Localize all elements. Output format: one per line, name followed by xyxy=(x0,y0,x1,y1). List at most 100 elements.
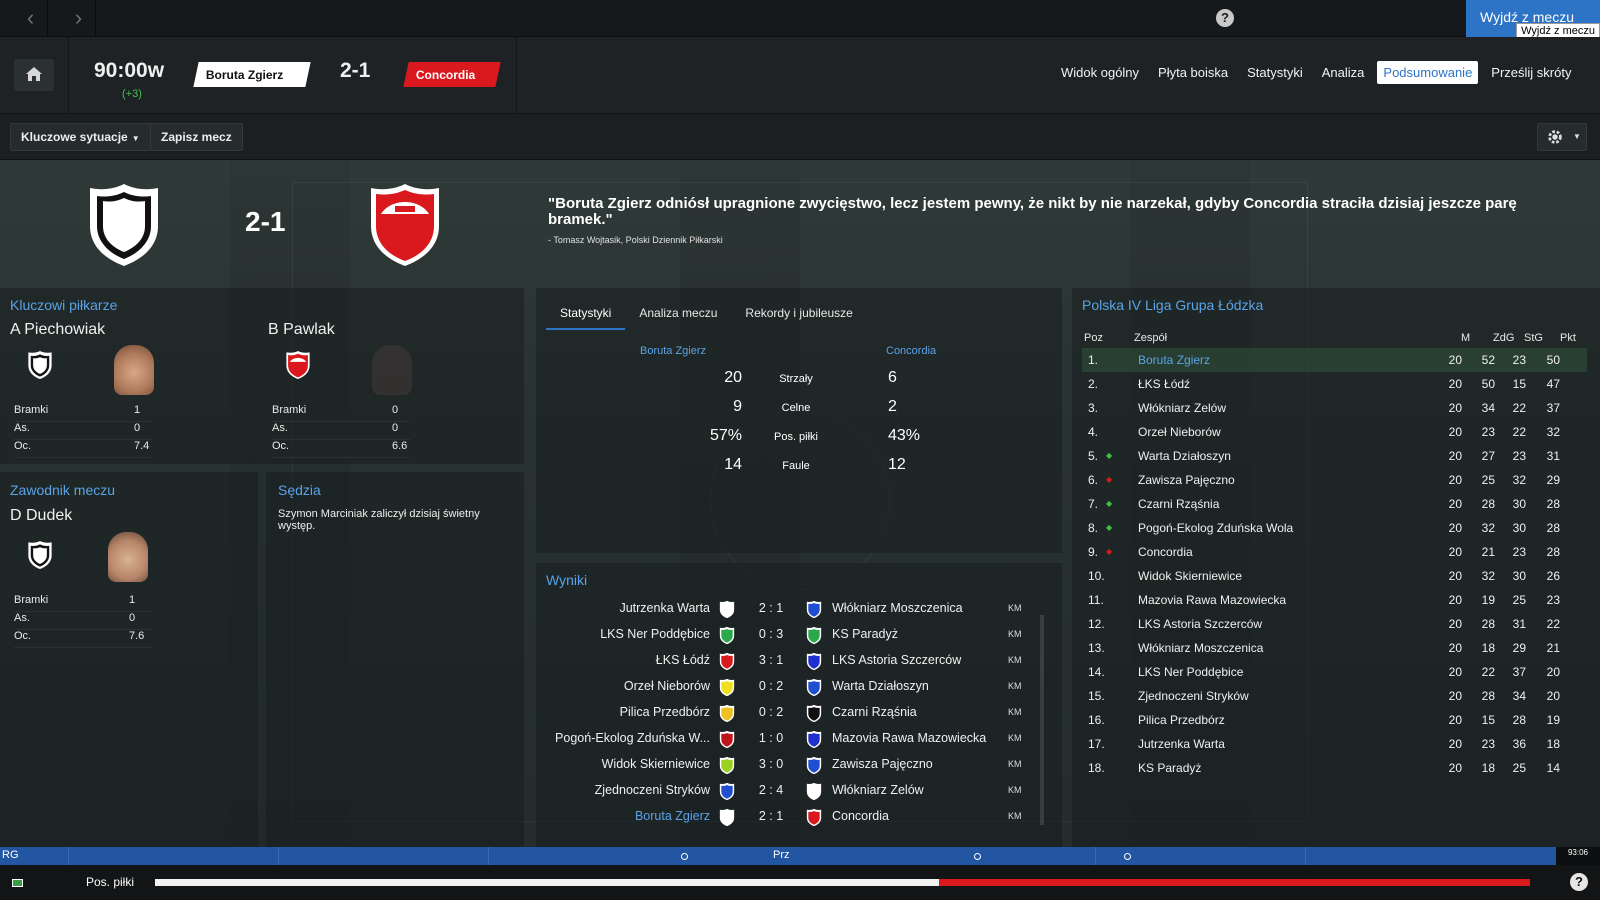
stats-tab[interactable]: Rekordy i jubileusze xyxy=(731,302,866,330)
help-icon[interactable]: ? xyxy=(1570,873,1588,891)
league-team[interactable]: Włókniarz Zelów xyxy=(1138,401,1226,415)
back-arrow-icon[interactable]: ‹ xyxy=(14,0,48,37)
stats-tab[interactable]: Statystyki xyxy=(546,302,626,330)
result-home-team[interactable]: Pogoń-Ekolog Zduńska W... xyxy=(555,731,710,745)
league-team[interactable]: Concordia xyxy=(1138,545,1193,559)
result-row[interactable]: Pilica Przedbórz 0 : 2 Czarni Rząśnia KM xyxy=(546,702,1046,728)
league-team[interactable]: ŁKS Łódź xyxy=(1138,377,1190,391)
league-row[interactable]: 13. Włókniarz Moszczenica 20 18 29 21 xyxy=(1082,636,1587,660)
league-row[interactable]: 4. Orzeł Nieborów 20 23 22 32 xyxy=(1082,420,1587,444)
league-row[interactable]: 7. ◆ Czarni Rząśnia 20 28 30 28 xyxy=(1082,492,1587,516)
result-away-team[interactable]: Zawisza Pajęczno xyxy=(832,757,933,771)
man-of-match-name[interactable]: D Dudek xyxy=(10,507,72,525)
tab-widok-ogólny[interactable]: Widok ogólny xyxy=(1055,61,1145,84)
away-key-player-name[interactable]: B Pawlak xyxy=(268,321,335,339)
league-row[interactable]: 9. ◆ Concordia 20 21 23 28 xyxy=(1082,540,1587,564)
tab-prześlij-skróty[interactable]: Prześlij skróty xyxy=(1485,61,1577,84)
goal-marker-icon[interactable] xyxy=(974,853,981,860)
result-home-team[interactable]: Orzeł Nieborów xyxy=(624,679,710,693)
result-row[interactable]: ŁKS Łódź 3 : 1 LKS Astoria Szczerców KM xyxy=(546,650,1046,676)
result-row[interactable]: Orzeł Nieborów 0 : 2 Warta Działoszyn KM xyxy=(546,676,1046,702)
league-team[interactable]: Pogoń-Ekolog Zduńska Wola xyxy=(1138,521,1293,535)
key-moments-dropdown[interactable]: Kluczowe sytuacje ▼ xyxy=(10,123,151,151)
league-team[interactable]: Jutrzenka Warta xyxy=(1138,737,1225,751)
league-row[interactable]: 3. Włókniarz Zelów 20 34 22 37 xyxy=(1082,396,1587,420)
league-team[interactable]: Warta Działoszyn xyxy=(1138,449,1231,463)
league-points: 28 xyxy=(1546,497,1560,511)
league-row[interactable]: 17. Jutrzenka Warta 20 23 36 18 xyxy=(1082,732,1587,756)
league-team[interactable]: Mazovia Rawa Mazowiecka xyxy=(1138,593,1286,607)
league-row[interactable]: 8. ◆ Pogoń-Ekolog Zduńska Wola 20 32 30 28 xyxy=(1082,516,1587,540)
settings-dropdown[interactable]: ▼ xyxy=(1537,123,1587,151)
tab-podsumowanie[interactable]: Podsumowanie xyxy=(1377,61,1479,84)
home-team-pill[interactable]: Boruta Zgierz xyxy=(193,62,311,87)
league-points: 28 xyxy=(1546,545,1560,559)
result-away-team[interactable]: Concordia xyxy=(832,809,889,823)
goal-marker-icon[interactable] xyxy=(681,853,688,860)
result-away-team[interactable]: Włókniarz Moszczenica xyxy=(832,601,963,615)
result-home-team[interactable]: Widok Skierniewice xyxy=(602,757,710,771)
result-away-team[interactable]: LKS Astoria Szczerców xyxy=(832,653,961,667)
tab-statystyki[interactable]: Statystyki xyxy=(1241,61,1309,84)
result-home-team[interactable]: Zjednoczeni Stryków xyxy=(595,783,710,797)
league-row[interactable]: 16. Pilica Przedbórz 20 15 28 19 xyxy=(1082,708,1587,732)
league-row[interactable]: 2. ŁKS Łódź 20 50 15 47 xyxy=(1082,372,1587,396)
tab-analiza[interactable]: Analiza xyxy=(1316,61,1371,84)
result-away-team[interactable]: Włókniarz Zelów xyxy=(832,783,924,797)
goals-value: 0 xyxy=(392,404,399,416)
league-team[interactable]: Widok Skierniewice xyxy=(1138,569,1242,583)
home-button[interactable] xyxy=(14,59,54,91)
league-row[interactable]: 11. Mazovia Rawa Mazowiecka 20 19 25 23 xyxy=(1082,588,1587,612)
league-row[interactable]: 14. LKS Ner Poddębice 20 22 37 20 xyxy=(1082,660,1587,684)
goal-marker-icon[interactable] xyxy=(1124,853,1131,860)
result-away-team[interactable]: KS Paradyż xyxy=(832,627,898,641)
league-row[interactable]: 1. Boruta Zgierz 20 52 23 50 xyxy=(1082,348,1587,372)
result-row[interactable]: LKS Ner Poddębice 0 : 3 KS Paradyż KM xyxy=(546,624,1046,650)
result-row[interactable]: Widok Skierniewice 3 : 0 Zawisza Pajęczno K… xyxy=(546,754,1046,780)
stats-away-team[interactable]: Concordia xyxy=(886,345,936,357)
league-team[interactable]: LKS Astoria Szczerców xyxy=(1138,617,1262,631)
result-row[interactable]: Zjednoczeni Stryków 2 : 4 Włókniarz Zelów K… xyxy=(546,780,1046,806)
result-home-team[interactable]: Pilica Przedbórz xyxy=(620,705,710,719)
results-scrollbar[interactable] xyxy=(1040,615,1044,825)
result-away-team[interactable]: Czarni Rząśnia xyxy=(832,705,917,719)
league-row[interactable]: 15. Zjednoczeni Stryków 20 28 34 20 xyxy=(1082,684,1587,708)
result-home-team[interactable]: Jutrzenka Warta xyxy=(619,601,710,615)
result-away-team[interactable]: Warta Działoszyn xyxy=(832,679,929,693)
league-pos: 10. xyxy=(1088,569,1105,583)
league-team[interactable]: Zjednoczeni Stryków xyxy=(1138,689,1249,703)
league-row[interactable]: 12. LKS Astoria Szczerców 20 28 31 22 xyxy=(1082,612,1587,636)
league-team[interactable]: Czarni Rząśnia xyxy=(1138,497,1219,511)
result-home-team[interactable]: ŁKS Łódź xyxy=(656,653,710,667)
help-icon[interactable]: ? xyxy=(1216,9,1234,27)
league-team[interactable]: Zawisza Pajęczno xyxy=(1138,473,1235,487)
result-row[interactable]: Pogoń-Ekolog Zduńska W... 1 : 0 Mazovia Ra… xyxy=(546,728,1046,754)
forward-arrow-icon[interactable]: › xyxy=(62,0,96,37)
stats-home-team[interactable]: Boruta Zgierz xyxy=(640,345,706,357)
league-team[interactable]: Włókniarz Moszczenica xyxy=(1138,641,1263,655)
timeline-segment xyxy=(68,847,278,865)
result-row[interactable]: Boruta Zgierz 2 : 1 Concordia KM xyxy=(546,806,1046,832)
league-team[interactable]: Pilica Przedbórz xyxy=(1138,713,1225,727)
league-pos: 6. xyxy=(1088,473,1099,487)
league-team[interactable]: KS Paradyż xyxy=(1138,761,1201,775)
league-team[interactable]: Orzeł Nieborów xyxy=(1138,425,1221,439)
exit-match-button[interactable]: Wyjdź z meczu Wyjdź z meczu xyxy=(1466,0,1600,39)
away-team-pill[interactable]: Concordia xyxy=(403,62,501,87)
result-row[interactable]: Jutrzenka Warta 2 : 1 Włókniarz Moszczenic… xyxy=(546,598,1046,624)
stats-tab[interactable]: Analiza meczu xyxy=(625,302,731,330)
man-of-match-stats: Bramki 1 As. 0 Oc. 7.6 xyxy=(14,594,152,648)
tab-płyta-boiska[interactable]: Płyta boiska xyxy=(1152,61,1234,84)
result-home-team[interactable]: LKS Ner Poddębice xyxy=(600,627,710,641)
league-row[interactable]: 6. ◆ Zawisza Pajęczno 20 25 32 29 xyxy=(1082,468,1587,492)
move-up-icon: ◆ xyxy=(1106,451,1113,460)
league-row[interactable]: 5. ◆ Warta Działoszyn 20 27 23 31 xyxy=(1082,444,1587,468)
home-key-player-name[interactable]: A Piechowiak xyxy=(10,321,105,339)
league-row[interactable]: 18. KS Paradyż 20 18 25 14 xyxy=(1082,756,1587,780)
league-team[interactable]: LKS Ner Poddębice xyxy=(1138,665,1243,679)
league-team[interactable]: Boruta Zgierz xyxy=(1138,353,1210,367)
result-away-team[interactable]: Mazovia Rawa Mazowiecka xyxy=(832,731,986,745)
result-home-team[interactable]: Boruta Zgierz xyxy=(635,809,710,823)
save-match-button[interactable]: Zapisz mecz xyxy=(150,123,243,151)
league-row[interactable]: 10. Widok Skierniewice 20 32 30 26 xyxy=(1082,564,1587,588)
